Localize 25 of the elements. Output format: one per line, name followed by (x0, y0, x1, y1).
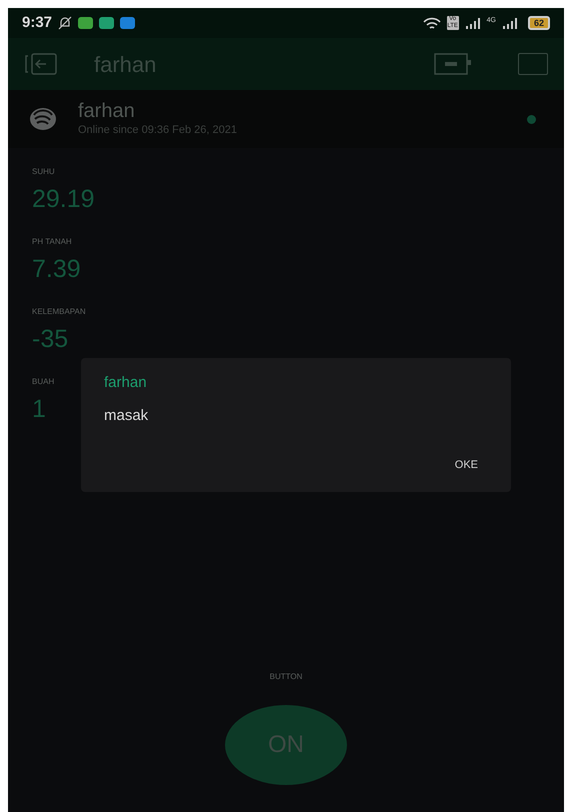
widget-value: -35 (32, 324, 68, 354)
notification-icon (78, 17, 94, 29)
square-icon[interactable] (518, 53, 548, 75)
muted-bell-icon (58, 16, 72, 30)
widget-label: SUHU (32, 166, 55, 178)
signal-icon (502, 18, 518, 28)
notification-icon (120, 17, 136, 29)
oke-button[interactable]: OKE (448, 455, 484, 476)
dialog-message: masak (104, 406, 148, 426)
widget-value: 29.19 (32, 184, 95, 214)
battery-level: 62 (528, 16, 550, 30)
widget-label: KELEMBAPAN (32, 306, 86, 318)
chip-logo-icon (28, 106, 58, 132)
wifi-icon (422, 16, 441, 30)
back-icon[interactable] (24, 53, 58, 75)
widget-value: 7.39 (32, 254, 81, 284)
widget-label: BUAH (32, 376, 54, 388)
widget-label: BUTTON (270, 671, 302, 683)
widget-label: PH TANAH (32, 236, 72, 248)
device-name: farhan (78, 100, 136, 122)
widget-value: 1 (32, 394, 46, 424)
status-time: 9:37 (22, 12, 52, 33)
dialog-title: farhan (104, 373, 147, 393)
notification-icon (99, 17, 114, 29)
signal-icon (464, 18, 481, 28)
